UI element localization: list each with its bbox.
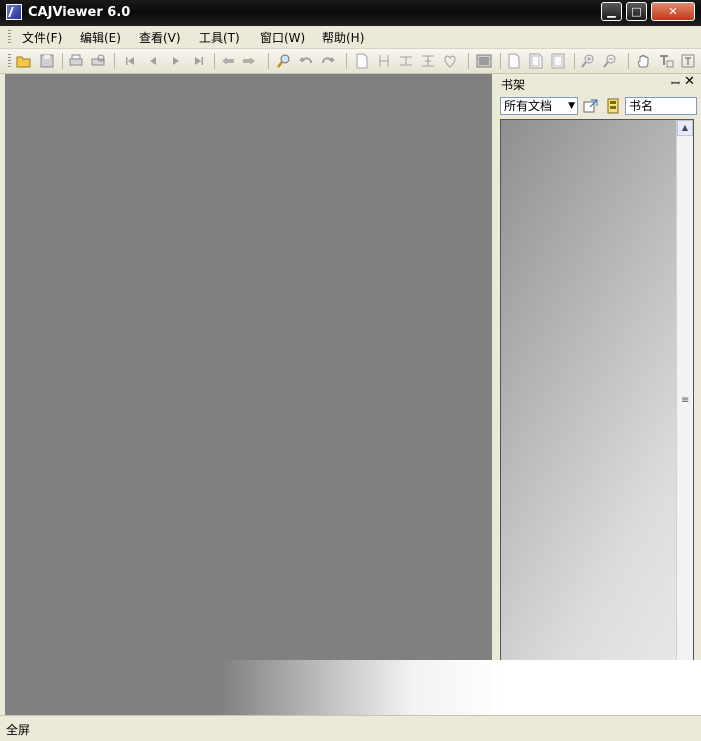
status-text: 全屏 (6, 723, 31, 737)
close-button[interactable]: ✕ (651, 2, 695, 21)
find-icon[interactable] (276, 53, 292, 69)
bookshelf-panel: 书架 ꟷ ✕ 所有文档 ▼ 书名 ▲ ≡ (495, 74, 701, 715)
save-icon[interactable] (39, 53, 55, 69)
menu-bar: 文件(F) 编辑(E) 查看(V) 工具(T) 窗口(W) 帮助(H) (0, 26, 701, 49)
status-bar: 全屏 (0, 715, 701, 741)
next-page-icon[interactable] (168, 53, 184, 69)
minimize-button[interactable]: ▁ (601, 2, 622, 21)
image-icon[interactable] (476, 53, 492, 69)
book-name-value: 书名 (629, 99, 654, 113)
toolbar-separator (500, 53, 501, 69)
zoom-in-icon[interactable] (580, 53, 596, 69)
pin-icon[interactable]: ꟷ (671, 76, 680, 91)
toolbar-separator (468, 53, 469, 69)
scroll-grip-icon[interactable]: ≡ (681, 395, 689, 406)
menu-window[interactable]: 窗口(W) (260, 29, 305, 46)
zoom-out-icon[interactable] (602, 53, 618, 69)
page-c-icon[interactable] (550, 53, 566, 69)
last-page-icon[interactable] (191, 53, 207, 69)
maximize-button[interactable]: □ (626, 2, 647, 21)
text-select-icon[interactable] (658, 53, 674, 69)
undo-icon[interactable] (298, 53, 314, 69)
toolbar-separator (268, 53, 269, 69)
document-filter-select[interactable]: 所有文档 ▼ (500, 97, 578, 115)
document-canvas[interactable] (5, 74, 492, 715)
panel-title: 书架 (501, 78, 526, 92)
app-icon[interactable] (6, 4, 22, 20)
menu-view[interactable]: 查看(V) (139, 29, 181, 46)
first-page-icon[interactable] (122, 53, 138, 69)
menu-file[interactable]: 文件(F) (22, 29, 62, 46)
app-window: CAJViewer 6.0 ▁ □ ✕ 文件(F) 编辑(E) 查看(V) 工具… (0, 0, 701, 741)
text-box-icon[interactable] (680, 53, 696, 69)
menu-help[interactable]: 帮助(H) (322, 29, 364, 46)
bookshelf-icon[interactable] (605, 98, 621, 114)
single-page-icon[interactable] (354, 53, 370, 69)
print-icon[interactable] (68, 53, 84, 69)
toolbar-separator (114, 53, 115, 69)
fit-height-icon[interactable] (398, 53, 414, 69)
toolbar-separator (214, 53, 215, 69)
page-b-icon[interactable] (528, 53, 544, 69)
prev-page-icon[interactable] (145, 53, 161, 69)
toolbar-grip[interactable] (8, 54, 11, 68)
document-filter-value: 所有文档 (504, 99, 553, 113)
bookshelf-area[interactable]: ▲ ≡ (500, 119, 694, 715)
forward-icon[interactable] (241, 53, 257, 69)
scroll-up-button[interactable]: ▲ (677, 120, 693, 136)
book-name-search-input[interactable]: 书名 (625, 97, 697, 115)
panel-close-icon[interactable]: ✕ (684, 74, 695, 89)
fit-width-icon[interactable] (376, 53, 392, 69)
print-preview-icon[interactable] (90, 53, 106, 69)
title-bar[interactable]: CAJViewer 6.0 ▁ □ ✕ (0, 0, 701, 26)
hand-icon[interactable] (636, 53, 652, 69)
menu-grip[interactable] (8, 30, 11, 44)
fit-page-icon[interactable] (420, 53, 436, 69)
continuous-icon[interactable] (442, 53, 458, 69)
import-icon[interactable] (583, 98, 599, 114)
page-a-icon[interactable] (506, 53, 522, 69)
vertical-scrollbar[interactable]: ▲ ≡ (676, 120, 693, 714)
redo-icon[interactable] (320, 53, 336, 69)
toolbar-separator (574, 53, 575, 69)
open-icon[interactable] (16, 53, 32, 69)
menu-tools[interactable]: 工具(T) (199, 29, 240, 46)
toolbar-separator (346, 53, 347, 69)
window-title: CAJViewer 6.0 (28, 5, 131, 20)
toolbar-separator (628, 53, 629, 69)
toolbar-separator (62, 53, 63, 69)
menu-edit[interactable]: 编辑(E) (80, 29, 121, 46)
toolbar (0, 49, 701, 74)
back-icon[interactable] (220, 53, 236, 69)
chevron-down-icon[interactable]: ▼ (568, 98, 575, 114)
